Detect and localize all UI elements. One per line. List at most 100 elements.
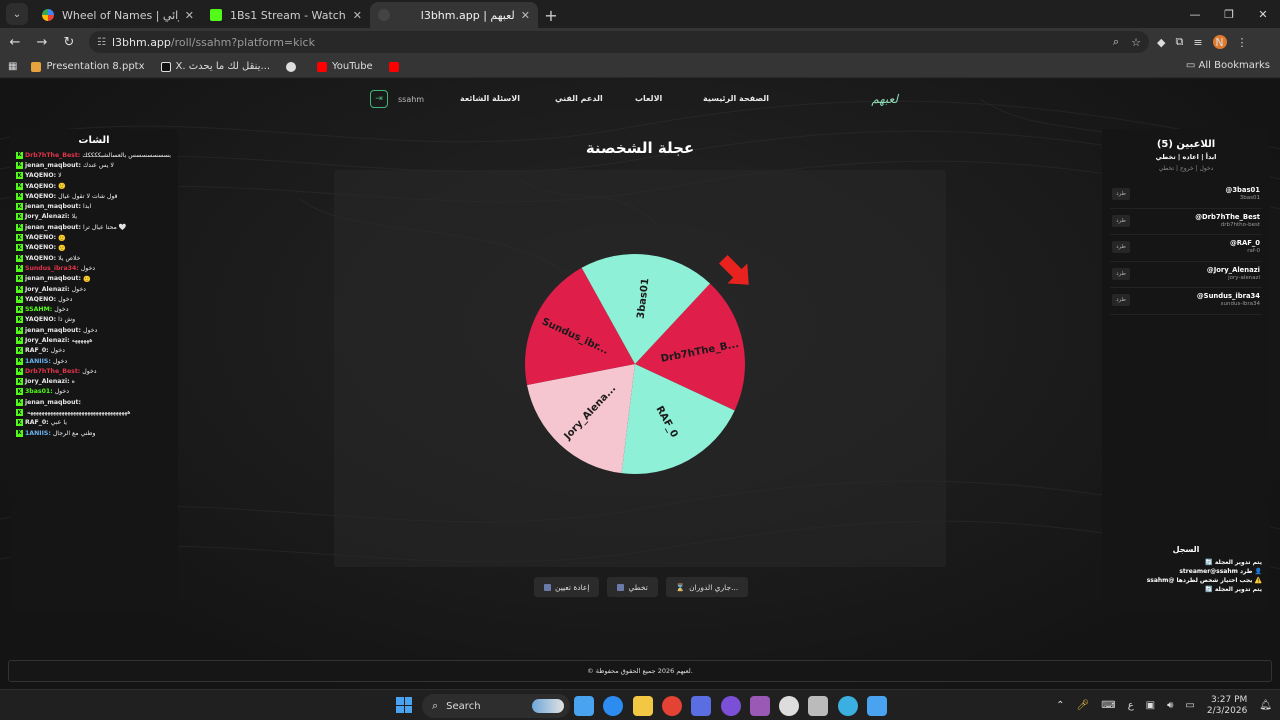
player-row: طرد @RAF_0 raf-0 [1110, 235, 1262, 262]
browser-app-icon[interactable] [867, 696, 887, 716]
address-bar[interactable]: ☷ l3bhm.app/roll/ssahm?platform=kick ⌕ ☆ [89, 31, 1149, 53]
volume-icon[interactable]: 🔊︎ [1167, 700, 1173, 711]
site-info-icon[interactable]: ☷ [97, 37, 106, 48]
all-bookmarks-button[interactable]: ▭ All Bookmarks [1186, 60, 1270, 71]
settings-alt-icon[interactable] [837, 696, 858, 716]
chat-message: K Jory_Alenazi: ه [16, 377, 172, 387]
close-tab-icon[interactable]: ✕ [521, 9, 530, 22]
youtube-icon [317, 61, 328, 72]
file-explorer-icon[interactable] [661, 696, 682, 716]
chat-username: YAQENO: [25, 295, 57, 303]
minimize-button[interactable]: — [1178, 0, 1212, 28]
chrome-icon[interactable] [691, 696, 712, 716]
chat-text: 🙂 [58, 234, 66, 242]
wheel-pointer-icon [719, 255, 749, 285]
bookmark-youtube-2[interactable] [388, 61, 404, 72]
extension-icon[interactable]: ◆ [1157, 36, 1165, 49]
chat-message: K RAF_0: يا عبي [16, 418, 172, 428]
nav-faq[interactable]: الاسئلة الشائعة [460, 94, 520, 103]
spinning-button[interactable]: ⌛ جاري الدوران... [665, 577, 749, 597]
logout-icon[interactable]: ⇥ [370, 90, 388, 108]
apps-grid-icon[interactable]: ▦ [8, 61, 17, 72]
maximize-button[interactable]: ❐ [1212, 0, 1246, 28]
extensions-puzzle-icon[interactable]: ⧉ [1175, 35, 1183, 49]
nav-home[interactable]: الصفحة الرئيسية [703, 94, 769, 103]
kick-badge-icon: K [16, 285, 23, 293]
close-tab-icon[interactable]: ✕ [353, 9, 362, 22]
microphone-icon[interactable]: 🎤︎ [1077, 700, 1090, 711]
profile-avatar[interactable]: N [1212, 35, 1227, 49]
bookmark-label: X. ينقل لك ما يحدث... [175, 61, 271, 72]
kick-player-button[interactable]: طرد [1112, 241, 1130, 253]
skip-button[interactable]: تخطي [607, 577, 658, 597]
taskbar-search[interactable]: ⌕ Search [422, 694, 570, 718]
bookmark-label: YouTube [332, 61, 373, 72]
discord-icon[interactable] [749, 696, 770, 716]
bookmark-youtube[interactable]: YouTube [317, 61, 373, 72]
keyboard-icon[interactable]: ⌨ [1101, 700, 1115, 711]
log-line: 🔄 يتم تدوير العجلة [1205, 586, 1262, 593]
hourglass-icon: ⌛ [675, 582, 686, 592]
menu-kebab-icon[interactable]: ⋮ [1237, 36, 1248, 49]
kick-badge-icon: K [16, 419, 23, 427]
reset-button[interactable]: إعادة تعيين [534, 577, 600, 597]
zoom-icon[interactable]: ⌕ [1113, 35, 1119, 49]
clock[interactable]: 3:27 PM 2/3/2026 [1207, 695, 1247, 717]
kick-badge-icon: K [16, 347, 23, 355]
bookmark-star-icon[interactable]: ☆ [1131, 36, 1141, 49]
edge-icon[interactable] [632, 696, 653, 716]
chat-username: Jory_Alenazi: [25, 285, 70, 293]
kick-badge-icon: K [16, 161, 23, 169]
tab-kick-stream[interactable]: 1Bs1 Stream - Watch Live on Kick ✕ [202, 2, 370, 28]
chevron-up-icon[interactable]: ⌃ [1056, 700, 1064, 711]
notification-bell-icon[interactable]: 🔔︎ [1259, 700, 1272, 711]
kick-badge-icon: K [16, 326, 23, 334]
powerpoint-icon [31, 61, 42, 72]
network-icon[interactable]: ▣ [1146, 700, 1155, 711]
bookmark-presentation[interactable]: Presentation 8.pptx [31, 61, 145, 72]
nav-support[interactable]: الدعم الفني [555, 94, 603, 103]
bookmark-x[interactable]: X. ينقل لك ما يحدث... [160, 61, 271, 72]
kick-badge-icon: K [16, 398, 23, 406]
clock-app-icon[interactable] [720, 696, 741, 716]
chat-text: 🙂 [58, 244, 66, 252]
player-name: @RAF_0 [1229, 239, 1260, 247]
media-queue-icon[interactable]: ≡ [1193, 36, 1202, 49]
chat-text: دخول [52, 357, 68, 365]
next-app-icon[interactable] [779, 696, 800, 716]
close-window-button[interactable]: ✕ [1246, 0, 1280, 28]
kick-player-button[interactable]: طرد [1112, 214, 1130, 227]
copilot-icon[interactable] [574, 696, 594, 716]
language-indicator[interactable]: ع [1128, 700, 1134, 711]
chat-message: K SSAHM: دخول [16, 304, 172, 314]
reload-button[interactable]: ↻ [57, 30, 81, 54]
battery-icon[interactable]: ▭ [1185, 700, 1194, 711]
tab-search-button[interactable]: ⌄ [6, 3, 28, 25]
log-title: السجل [1172, 545, 1200, 554]
kick-player-button[interactable]: طرد [1112, 267, 1130, 280]
tab-wheel-of-names[interactable]: Wheel of Names | عجلة الاسم العشوائي ✕ [34, 2, 202, 28]
kick-badge-icon: K [16, 223, 23, 231]
reset-label: إعادة تعيين [555, 582, 590, 592]
bookmark-globe[interactable] [286, 61, 301, 72]
nav-username[interactable]: ssahm [398, 95, 424, 104]
url-text[interactable]: l3bhm.app/roll/ssahm?platform=kick [112, 36, 1101, 49]
kick-player-button[interactable]: طرد [1112, 294, 1130, 306]
site-logo[interactable]: لعبهم [871, 92, 898, 106]
close-tab-icon[interactable]: ✕ [185, 9, 194, 22]
chat-message: Kjenan_maqbout: 🙂 [16, 274, 172, 284]
settings-icon[interactable] [808, 696, 829, 716]
forward-button[interactable]: → [30, 30, 54, 54]
page-title: عجلة الشخصنة [585, 139, 695, 157]
chat-username: Jory_Alenazi: [25, 378, 70, 386]
chat-message: K Sundus_ibra34: دخول [16, 263, 172, 273]
tab-l3bhm[interactable]: l3bhm.app | لعبهم ✕ [370, 2, 538, 28]
back-button[interactable]: ← [3, 30, 27, 54]
nav-games[interactable]: الالعاب [635, 94, 662, 103]
chat-text: ابدا [82, 203, 92, 211]
store-icon[interactable] [603, 696, 624, 716]
new-tab-button[interactable]: + [538, 2, 564, 28]
windows-start-icon[interactable] [396, 697, 412, 713]
kick-player-button[interactable]: طرد [1112, 188, 1130, 200]
browser-tab-strip: ⌄ Wheel of Names | عجلة الاسم العشوائي ✕… [0, 0, 1280, 28]
